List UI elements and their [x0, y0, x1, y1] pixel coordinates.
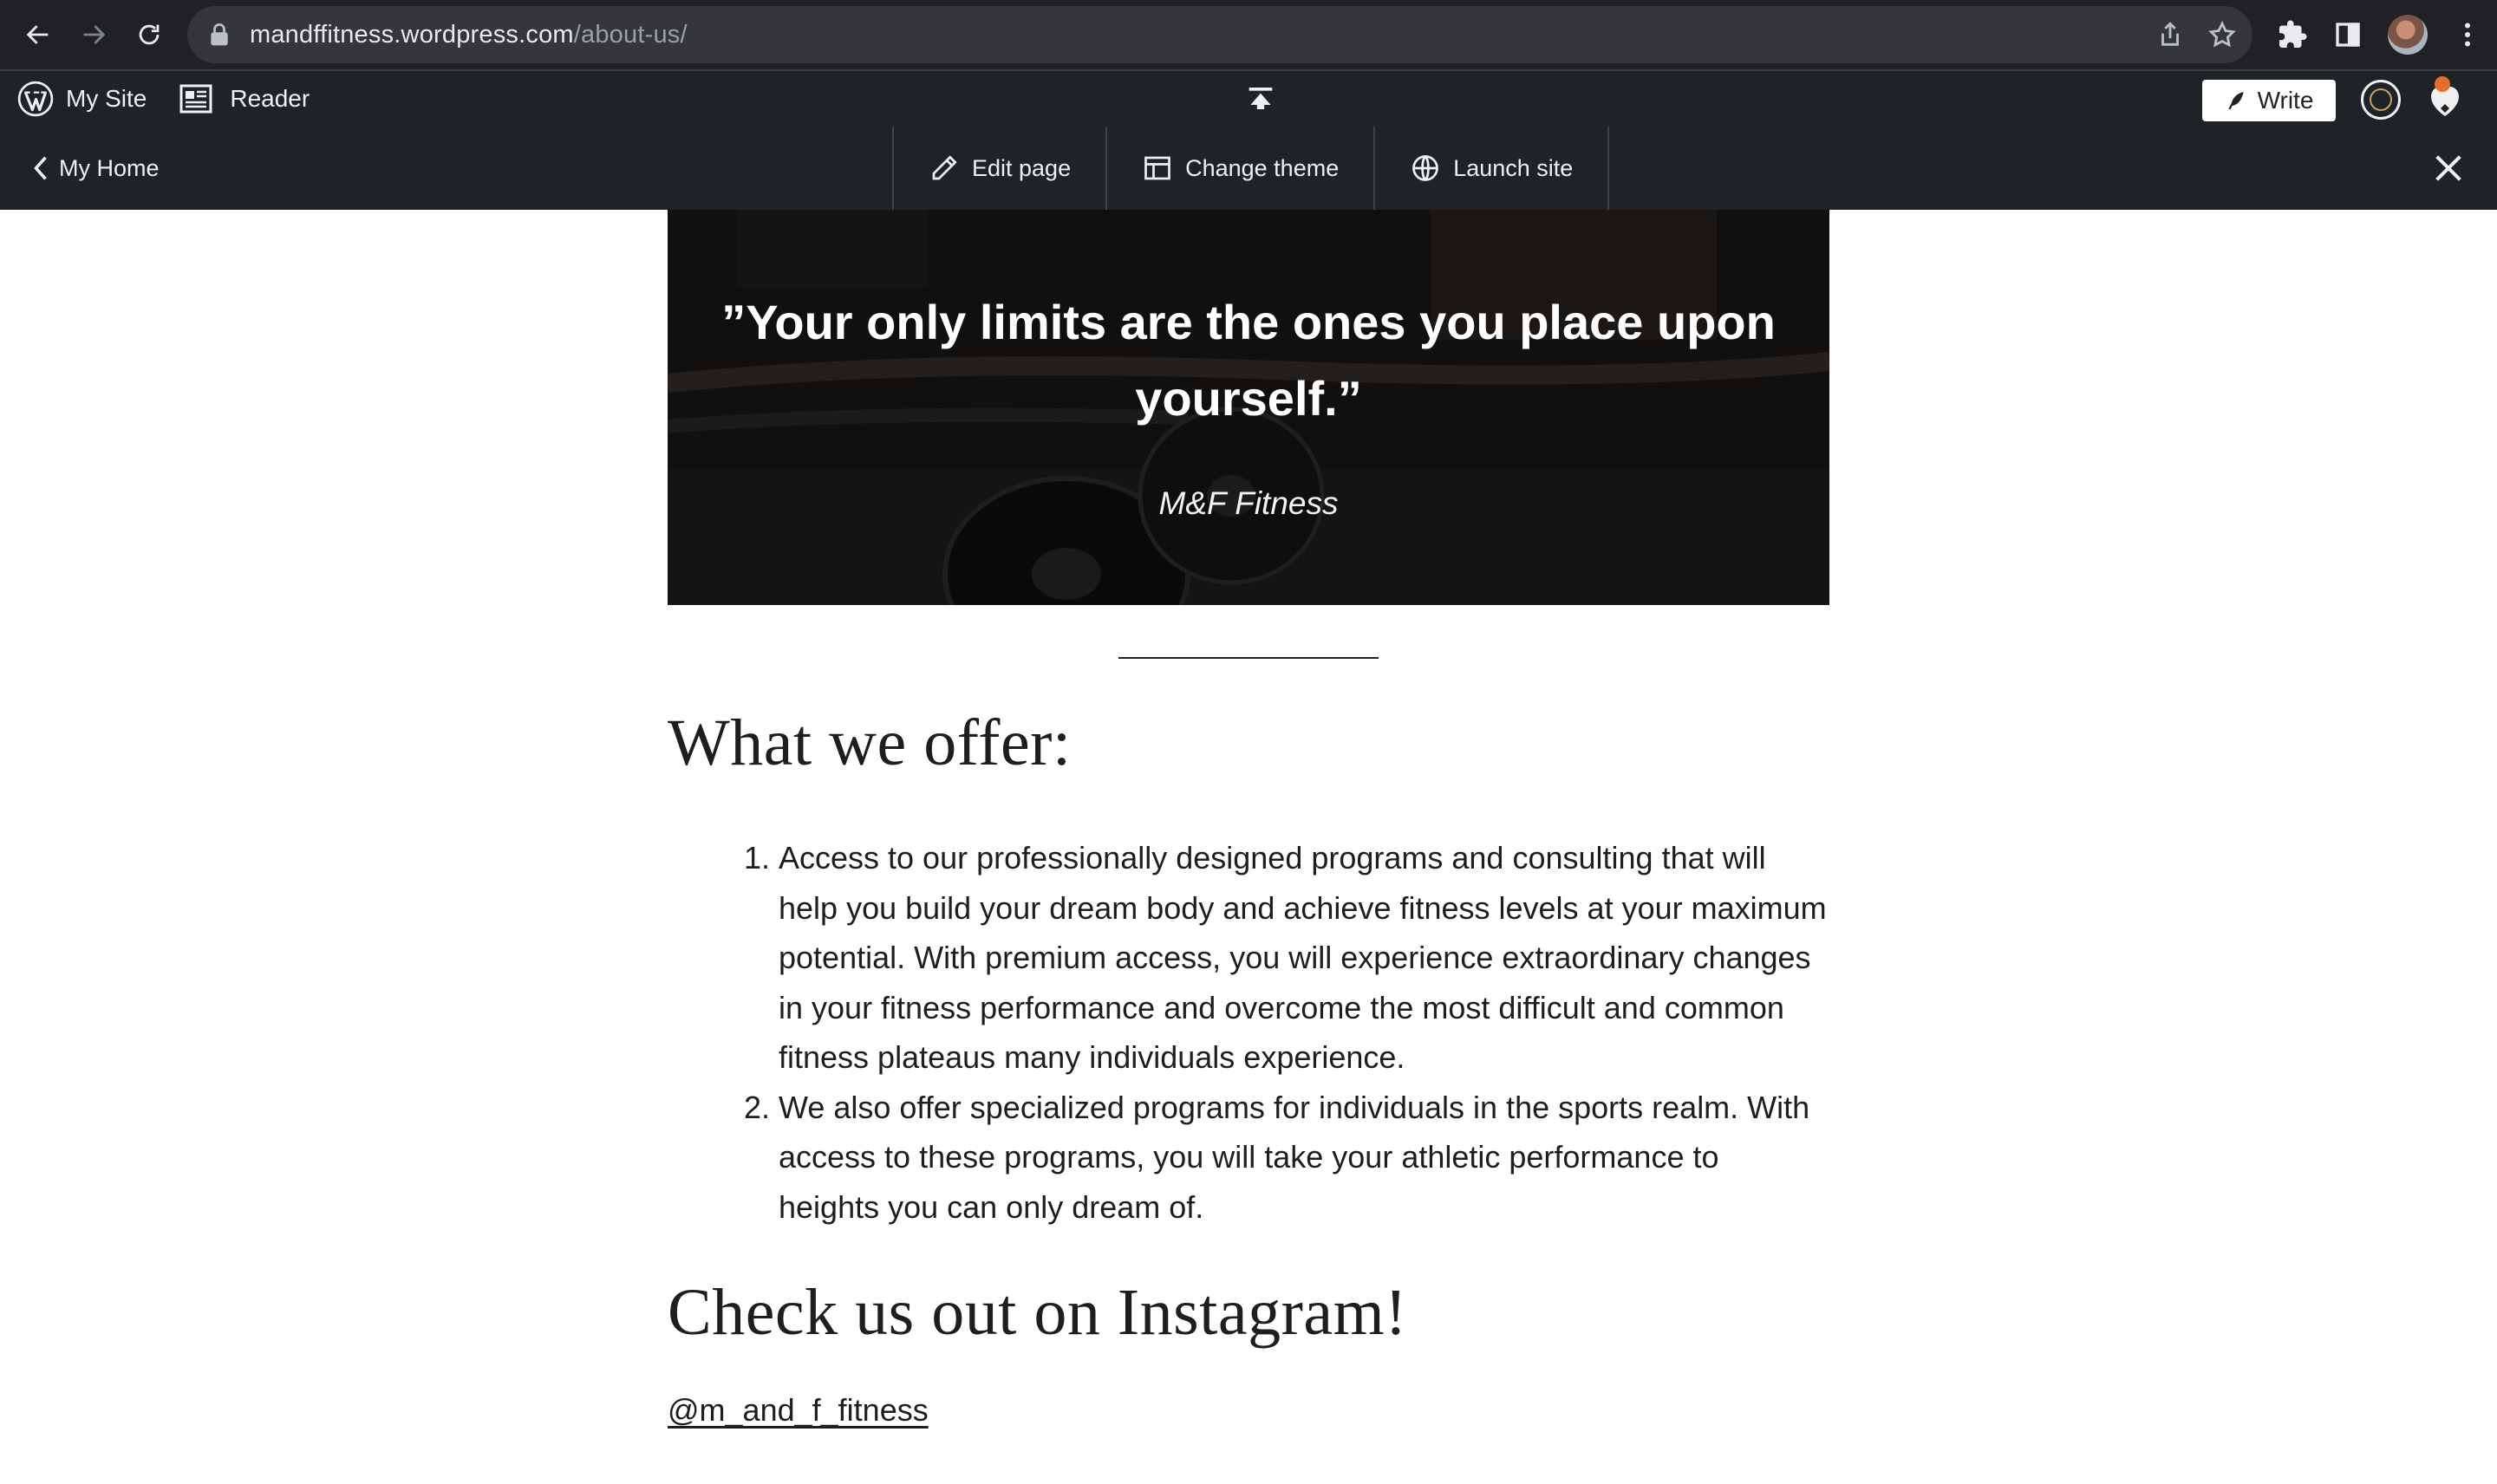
back-button[interactable]	[14, 10, 62, 59]
kebab-menu-icon[interactable]	[2452, 19, 2483, 50]
instagram-link[interactable]: @m_and_f_fitness	[668, 1392, 929, 1429]
write-button[interactable]: Write	[2202, 80, 2336, 121]
globe-icon	[1412, 155, 1439, 181]
star-icon[interactable]	[2207, 20, 2237, 49]
notification-dot	[2435, 76, 2450, 92]
collapse-icon[interactable]	[1243, 83, 1278, 118]
launch-site-button[interactable]: Launch site	[1375, 127, 1610, 210]
url-domain: mandffitness.wordpress.com	[250, 20, 574, 49]
pen-icon	[2227, 92, 2244, 110]
editor-toolbar: My Home Edit page Change theme Launch si…	[0, 127, 2497, 210]
puzzle-icon[interactable]	[2277, 19, 2308, 50]
offer-list: 1. Access to our professionally designed…	[744, 833, 1829, 1232]
list-number: 1.	[744, 840, 771, 875]
wordpress-logo-icon	[17, 81, 54, 117]
pencil-icon	[932, 155, 957, 180]
url-path: /about-us/	[573, 20, 688, 49]
quote-cover-block: ”Your only limits are the ones you place…	[668, 210, 1829, 605]
launch-site-label: Launch site	[1453, 154, 1574, 181]
change-theme-button[interactable]: Change theme	[1107, 127, 1376, 210]
quote-text: ”Your only limits are the ones you place…	[721, 295, 1776, 426]
change-theme-label: Change theme	[1185, 154, 1340, 181]
separator	[1118, 657, 1379, 659]
reload-icon	[139, 24, 160, 45]
layout-icon	[1144, 156, 1170, 180]
editor-tools: Edit page Change theme Launch site	[892, 127, 1610, 210]
list-item-text: Access to our professionally designed pr…	[779, 840, 1827, 1075]
back-arrow-icon	[26, 25, 49, 44]
address-bar[interactable]: mandffitness.wordpress.com/about-us/	[187, 6, 2253, 63]
forward-arrow-icon	[83, 25, 106, 44]
my-home-label: My Home	[59, 154, 160, 181]
my-home-link[interactable]: My Home	[31, 127, 160, 210]
my-site-label: My Site	[66, 85, 147, 112]
reader-menu[interactable]: Reader	[179, 71, 310, 127]
list-item-text: We also offer specialized programs for i…	[779, 1089, 1810, 1225]
my-site-menu[interactable]: My Site	[0, 71, 147, 127]
instagram-heading: Check us out on Instagram!	[668, 1276, 1408, 1349]
wp-admin-bar: My Site Reader Write	[0, 69, 2497, 127]
lock-icon[interactable]	[210, 23, 229, 47]
offer-heading: What we offer:	[668, 706, 1072, 779]
list-item: 2. We also offer specialized programs fo…	[744, 1083, 1829, 1233]
edit-page-button[interactable]: Edit page	[894, 127, 1108, 210]
reader-icon	[179, 84, 212, 114]
reader-label: Reader	[230, 85, 310, 112]
profile-avatar[interactable]	[2388, 15, 2428, 55]
list-item: 1. Access to our professionally designed…	[744, 833, 1829, 1083]
edit-page-label: Edit page	[972, 154, 1072, 181]
page-content: ”Your only limits are the ones you place…	[668, 210, 1829, 1429]
forward-button[interactable]	[69, 10, 118, 59]
close-icon[interactable]	[2431, 151, 2466, 186]
account-avatar[interactable]	[2361, 80, 2401, 120]
chevron-left-icon	[34, 156, 47, 180]
side-panel-icon[interactable]	[2332, 19, 2363, 50]
share-icon[interactable]	[2155, 20, 2185, 49]
url-text[interactable]: mandffitness.wordpress.com/about-us/	[250, 21, 688, 49]
quote-citation: M&F Fitness	[1158, 485, 1339, 521]
list-number: 2.	[744, 1089, 771, 1125]
browser-toolbar: mandffitness.wordpress.com/about-us/	[0, 0, 2497, 69]
write-label: Write	[2257, 87, 2314, 114]
reload-button[interactable]	[125, 10, 173, 59]
